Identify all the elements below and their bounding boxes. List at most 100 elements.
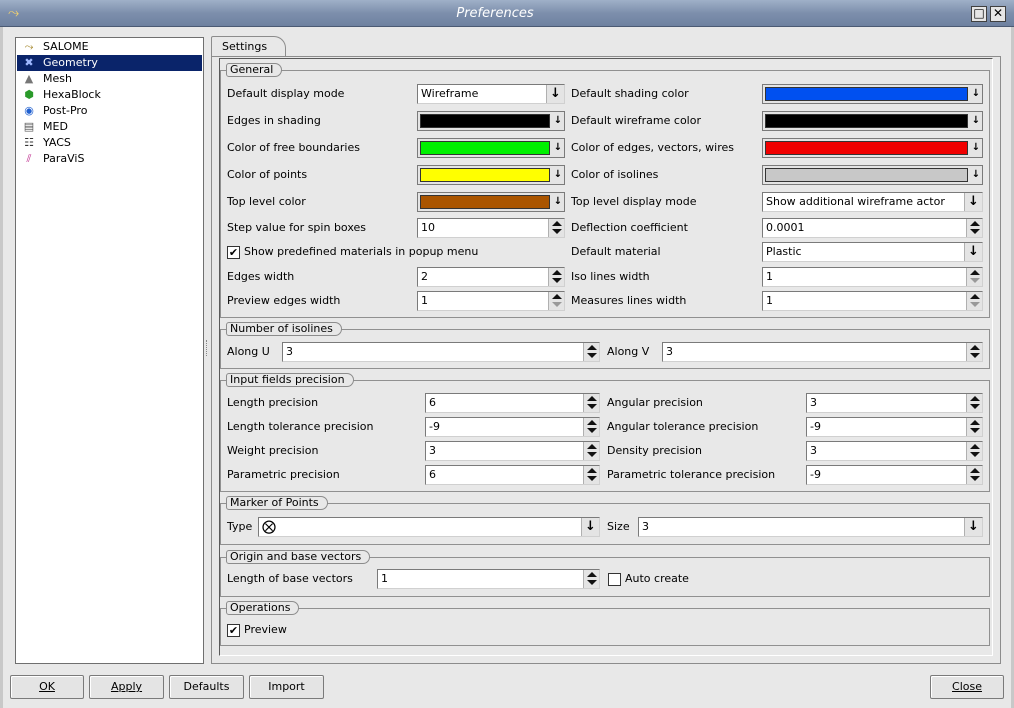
arrow-down-icon: ↓ xyxy=(964,243,982,261)
arrow-down-icon: ↓ xyxy=(964,193,982,211)
postpro-icon: ◉ xyxy=(24,104,34,117)
spin-arrows-icon[interactable] xyxy=(966,343,982,361)
angular-precision-label: Angular precision xyxy=(607,396,703,409)
general-group-title: General xyxy=(226,63,283,77)
spin-arrows-icon[interactable] xyxy=(583,418,599,436)
angular-tol-spinbox[interactable]: -9 xyxy=(806,417,983,437)
arrow-down-icon: ↓ xyxy=(581,518,599,536)
import-button[interactable]: Import xyxy=(249,675,324,699)
deflection-value: 0.0001 xyxy=(766,221,805,234)
tree-item-med[interactable]: ▤ MED xyxy=(17,119,202,135)
length-tol-label: Length tolerance precision xyxy=(227,420,374,433)
points-color-button[interactable]: ↓ xyxy=(417,165,565,185)
spin-arrows-icon[interactable] xyxy=(583,394,599,412)
tree-item-salome[interactable]: ⤳ SALOME xyxy=(17,39,202,55)
tree-item-yacs[interactable]: ☷ YACS xyxy=(17,135,202,151)
yacs-icon: ☷ xyxy=(24,136,34,149)
marker-size-combo[interactable]: 3 ↓ xyxy=(638,517,983,537)
marker-type-combo[interactable]: ⨂ ↓ xyxy=(258,517,600,537)
edges-width-spinbox[interactable]: 2 xyxy=(417,267,565,287)
auto-create-label: Auto create xyxy=(625,572,689,585)
marker-size-value: 3 xyxy=(642,520,649,533)
param-tol-spinbox[interactable]: -9 xyxy=(806,465,983,485)
ok-button[interactable]: OK xyxy=(10,675,84,699)
spin-arrows-icon[interactable] xyxy=(966,219,982,237)
along-v-spinbox[interactable]: 3 xyxy=(662,342,983,362)
defaults-button[interactable]: Defaults xyxy=(169,675,244,699)
angular-precision-spinbox[interactable]: 3 xyxy=(806,393,983,413)
spin-arrows-icon[interactable] xyxy=(548,292,564,310)
preview-label: Preview xyxy=(244,623,287,636)
edges-shading-color-button[interactable]: ↓ xyxy=(417,111,565,131)
deflection-spinbox[interactable]: 0.0001 xyxy=(762,218,983,238)
edges-width-value: 2 xyxy=(421,270,428,283)
angular-precision-value: 3 xyxy=(810,396,817,409)
tree-item-paravis[interactable]: ⫽ ParaViS xyxy=(17,151,202,167)
wireframe-color-button[interactable]: ↓ xyxy=(762,111,983,131)
display-mode-label: Default display mode xyxy=(227,87,345,100)
spin-arrows-icon[interactable] xyxy=(966,442,982,460)
length-tol-spinbox[interactable]: -9 xyxy=(425,417,600,437)
tab-settings[interactable]: Settings xyxy=(211,36,286,57)
spin-arrows-icon[interactable] xyxy=(966,466,982,484)
close-button[interactable]: Close xyxy=(930,675,1004,699)
default-material-value: Plastic xyxy=(766,245,802,258)
free-boundaries-color-button[interactable]: ↓ xyxy=(417,138,565,158)
param-precision-spinbox[interactable]: 6 xyxy=(425,465,600,485)
spin-arrows-icon[interactable] xyxy=(548,219,564,237)
close-button-label: Close xyxy=(952,680,982,693)
edges-vectors-color-button[interactable]: ↓ xyxy=(762,138,983,158)
apply-button-label: Apply xyxy=(110,680,143,693)
apply-button[interactable]: Apply xyxy=(89,675,164,699)
spin-arrows-icon[interactable] xyxy=(966,268,982,286)
marker-group-title: Marker of Points xyxy=(226,496,328,510)
tree-item-mesh[interactable]: ▲ Mesh xyxy=(17,71,202,87)
spin-arrows-icon[interactable] xyxy=(548,268,564,286)
window-title: Preferences xyxy=(456,6,534,21)
color-swatch xyxy=(765,168,968,182)
along-u-value: 3 xyxy=(286,345,293,358)
shading-color-button[interactable]: ↓ xyxy=(762,84,983,104)
spin-arrows-icon[interactable] xyxy=(583,442,599,460)
measures-width-spinbox[interactable]: 1 xyxy=(762,291,983,311)
weight-precision-label: Weight precision xyxy=(227,444,319,457)
tree-item-hexablock[interactable]: ⬢ HexaBlock xyxy=(17,87,202,103)
arrow-down-icon: ↓ xyxy=(553,196,563,207)
isolines-color-button[interactable]: ↓ xyxy=(762,165,983,185)
step-spinbox[interactable]: 10 xyxy=(417,218,565,238)
spin-arrows-icon[interactable] xyxy=(583,466,599,484)
edges-vectors-label: Color of edges, vectors, wires xyxy=(571,141,734,154)
spin-arrows-icon[interactable] xyxy=(966,394,982,412)
base-length-spinbox[interactable]: 1 xyxy=(377,569,600,589)
preview-checkbox[interactable]: ✔ xyxy=(227,624,240,637)
weight-precision-spinbox[interactable]: 3 xyxy=(425,441,600,461)
default-material-label: Default material xyxy=(571,245,661,258)
density-precision-spinbox[interactable]: 3 xyxy=(806,441,983,461)
length-precision-spinbox[interactable]: 6 xyxy=(425,393,600,413)
tree-item-post-pro[interactable]: ◉ Post-Pro xyxy=(17,103,202,119)
maximize-button[interactable]: □ xyxy=(971,6,987,22)
arrow-down-icon: ↓ xyxy=(553,142,563,153)
splitter-handle[interactable] xyxy=(206,340,209,356)
spin-arrows-icon[interactable] xyxy=(966,418,982,436)
length-precision-value: 6 xyxy=(429,396,436,409)
iso-width-spinbox[interactable]: 1 xyxy=(762,267,983,287)
wireframe-color-label: Default wireframe color xyxy=(571,114,701,127)
preview-width-spinbox[interactable]: 1 xyxy=(417,291,565,311)
step-label: Step value for spin boxes xyxy=(227,221,366,234)
tree-item-geometry[interactable]: ✖ Geometry xyxy=(17,55,202,71)
tree-item-label: SALOME xyxy=(43,40,89,53)
module-tree[interactable]: ⤳ SALOME ✖ Geometry ▲ Mesh ⬢ HexaBlock ◉ Post… xyxy=(15,37,204,664)
materials-checkbox[interactable]: ✔ xyxy=(227,246,240,259)
default-material-combo[interactable]: Plastic ↓ xyxy=(762,242,983,262)
display-mode-combo[interactable]: Wireframe ↓ xyxy=(417,84,565,104)
spin-arrows-icon[interactable] xyxy=(583,343,599,361)
spin-arrows-icon[interactable] xyxy=(966,292,982,310)
spin-arrows-icon[interactable] xyxy=(583,570,599,588)
top-level-color-button[interactable]: ↓ xyxy=(417,192,565,212)
auto-create-checkbox[interactable] xyxy=(608,573,621,586)
along-u-spinbox[interactable]: 3 xyxy=(282,342,600,362)
top-level-mode-combo[interactable]: Show additional wireframe actor ↓ xyxy=(762,192,983,212)
shading-color-label: Default shading color xyxy=(571,87,689,100)
close-window-button[interactable]: ✕ xyxy=(990,6,1006,22)
